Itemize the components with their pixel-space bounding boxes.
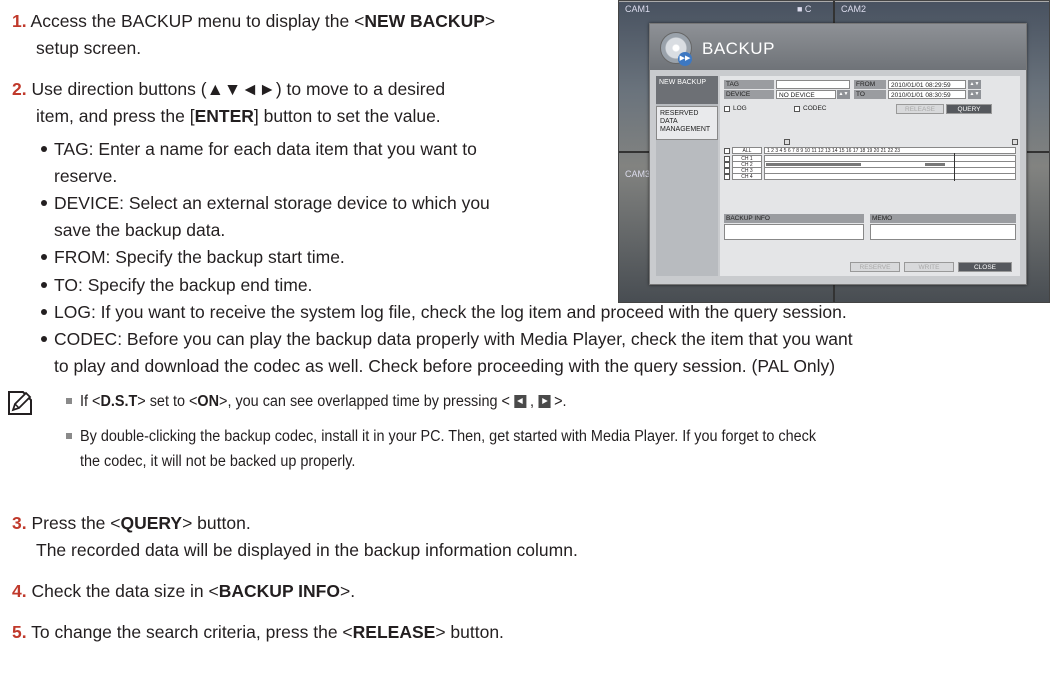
write-button[interactable]: WRITE <box>904 262 954 272</box>
cam1-label: CAM1 <box>625 4 651 14</box>
bullet-codec-cont: to play and download the codec as well. … <box>54 356 836 376</box>
ch4-checkbox[interactable] <box>724 174 730 180</box>
bullet-device-cont: save the backup data. <box>54 220 226 240</box>
cam2-label: CAM2 <box>841 4 867 14</box>
all-checkbox[interactable] <box>724 148 730 154</box>
timeline-right-icon[interactable] <box>1012 139 1018 145</box>
step-2-line2: item, and press the [ENTER] button to se… <box>36 106 441 126</box>
step-number: 2. <box>12 79 27 99</box>
backup-menu-sidebar: NEW BACKUP RESERVED DATA MANAGEMENT <box>656 76 718 276</box>
note-bullet-icon <box>66 433 72 439</box>
bullet-tag: TAG: Enter a name for each data item tha… <box>54 139 477 159</box>
play-icon: ▶▶ <box>678 52 692 66</box>
step-4: 4. Check the data size in <BACKUP INFO>. <box>12 581 356 601</box>
bullet-codec: CODEC: Before you can play the backup da… <box>54 329 853 349</box>
to-field[interactable]: 2010/01/01 08:30:59 <box>888 90 966 99</box>
step-1: 1. Access the BACKUP menu to display the… <box>12 11 496 31</box>
step-number: 4. <box>12 581 27 601</box>
tag-label: TAG <box>724 80 774 89</box>
query-button[interactable]: QUERY <box>946 104 992 114</box>
device-label: DEVICE <box>724 90 774 99</box>
from-label: FROM <box>854 80 886 89</box>
note-pencil-icon <box>8 391 32 415</box>
codec-label: CODEC <box>803 105 827 112</box>
step-number: 5. <box>12 622 27 642</box>
menu-new-backup[interactable]: NEW BACKUP <box>656 76 718 104</box>
note-dst: If <D.S.T> set to <ON>, you can see over… <box>80 393 567 410</box>
bullet-icon <box>41 282 47 288</box>
backup-info-box <box>724 224 864 240</box>
bullet-icon <box>41 146 47 152</box>
bullet-icon <box>41 200 47 206</box>
device-select[interactable]: NO DEVICE <box>776 90 836 99</box>
memo-label: MEMO <box>870 214 1016 223</box>
device-dropdown-icon[interactable]: ▲▼ <box>837 90 850 99</box>
backup-screenshot: CAM1 CAM2 ■ C CAM3 ▶▶ BACKUP NEW BACKUP … <box>618 0 1050 303</box>
step-5: 5. To change the search criteria, press … <box>12 622 504 642</box>
to-label: TO <box>854 90 886 99</box>
right-arrow-key-icon <box>538 395 551 408</box>
log-label: LOG <box>733 105 747 112</box>
note-bullet-icon <box>66 398 72 404</box>
cam3-label: CAM3 <box>625 169 651 179</box>
bullet-device: DEVICE: Select an external storage devic… <box>54 193 490 213</box>
step-3: 3. Press the <QUERY> button. <box>12 513 251 533</box>
ch4-track <box>764 173 1016 180</box>
backup-dialog: ▶▶ BACKUP NEW BACKUP RESERVED DATA MANAG… <box>649 23 1027 285</box>
all-label: ALL <box>732 147 762 154</box>
memo-box[interactable] <box>870 224 1016 240</box>
menu-reserved-data[interactable]: RESERVED DATA MANAGEMENT <box>656 106 718 140</box>
step-3-line2: The recorded data will be displayed in t… <box>36 540 578 560</box>
note-codec-cont: the codec, it will not be backed up prop… <box>80 453 356 470</box>
bullet-from: FROM: Specify the backup start time. <box>54 247 345 267</box>
release-button[interactable]: RELEASE <box>896 104 944 114</box>
close-button[interactable]: CLOSE <box>958 262 1012 272</box>
record-indicator: ■ C <box>797 4 812 14</box>
hour-scale: 1 2 3 4 5 6 7 8 9 10 11 12 13 14 15 16 1… <box>764 147 1016 154</box>
reserve-button[interactable]: RESERVE <box>850 262 900 272</box>
bullet-icon <box>41 309 47 315</box>
bullet-icon <box>41 336 47 342</box>
tag-input[interactable] <box>776 80 850 89</box>
log-checkbox[interactable] <box>724 106 730 112</box>
backup-settings-panel: TAG FROM 2010/01/01 08:29:59 ▲▼ DEVICE N… <box>720 76 1020 276</box>
backup-info-label: BACKUP INFO <box>724 214 864 223</box>
timeline-left-icon[interactable] <box>784 139 790 145</box>
step-number: 3. <box>12 513 27 533</box>
dialog-header: ▶▶ BACKUP <box>650 24 1026 70</box>
from-stepper-icon[interactable]: ▲▼ <box>968 80 981 89</box>
from-field[interactable]: 2010/01/01 08:29:59 <box>888 80 966 89</box>
bullet-tag-cont: reserve. <box>54 166 118 186</box>
left-arrow-key-icon <box>513 395 527 408</box>
to-stepper-icon[interactable]: ▲▼ <box>968 90 981 99</box>
step-number: 1. <box>12 11 27 31</box>
codec-checkbox[interactable] <box>794 106 800 112</box>
bullet-icon <box>41 254 47 260</box>
step-2: 2. Use direction buttons (▲▼◄►) to move … <box>12 79 446 99</box>
bullet-to: TO: Specify the backup end time. <box>54 275 313 295</box>
note-codec: By double-clicking the backup codec, ins… <box>80 428 817 445</box>
ch4-label: CH 4 <box>732 173 762 180</box>
dialog-title: BACKUP <box>702 39 775 58</box>
time-cursor[interactable] <box>954 153 955 181</box>
step-1-line2: setup screen. <box>36 38 142 58</box>
